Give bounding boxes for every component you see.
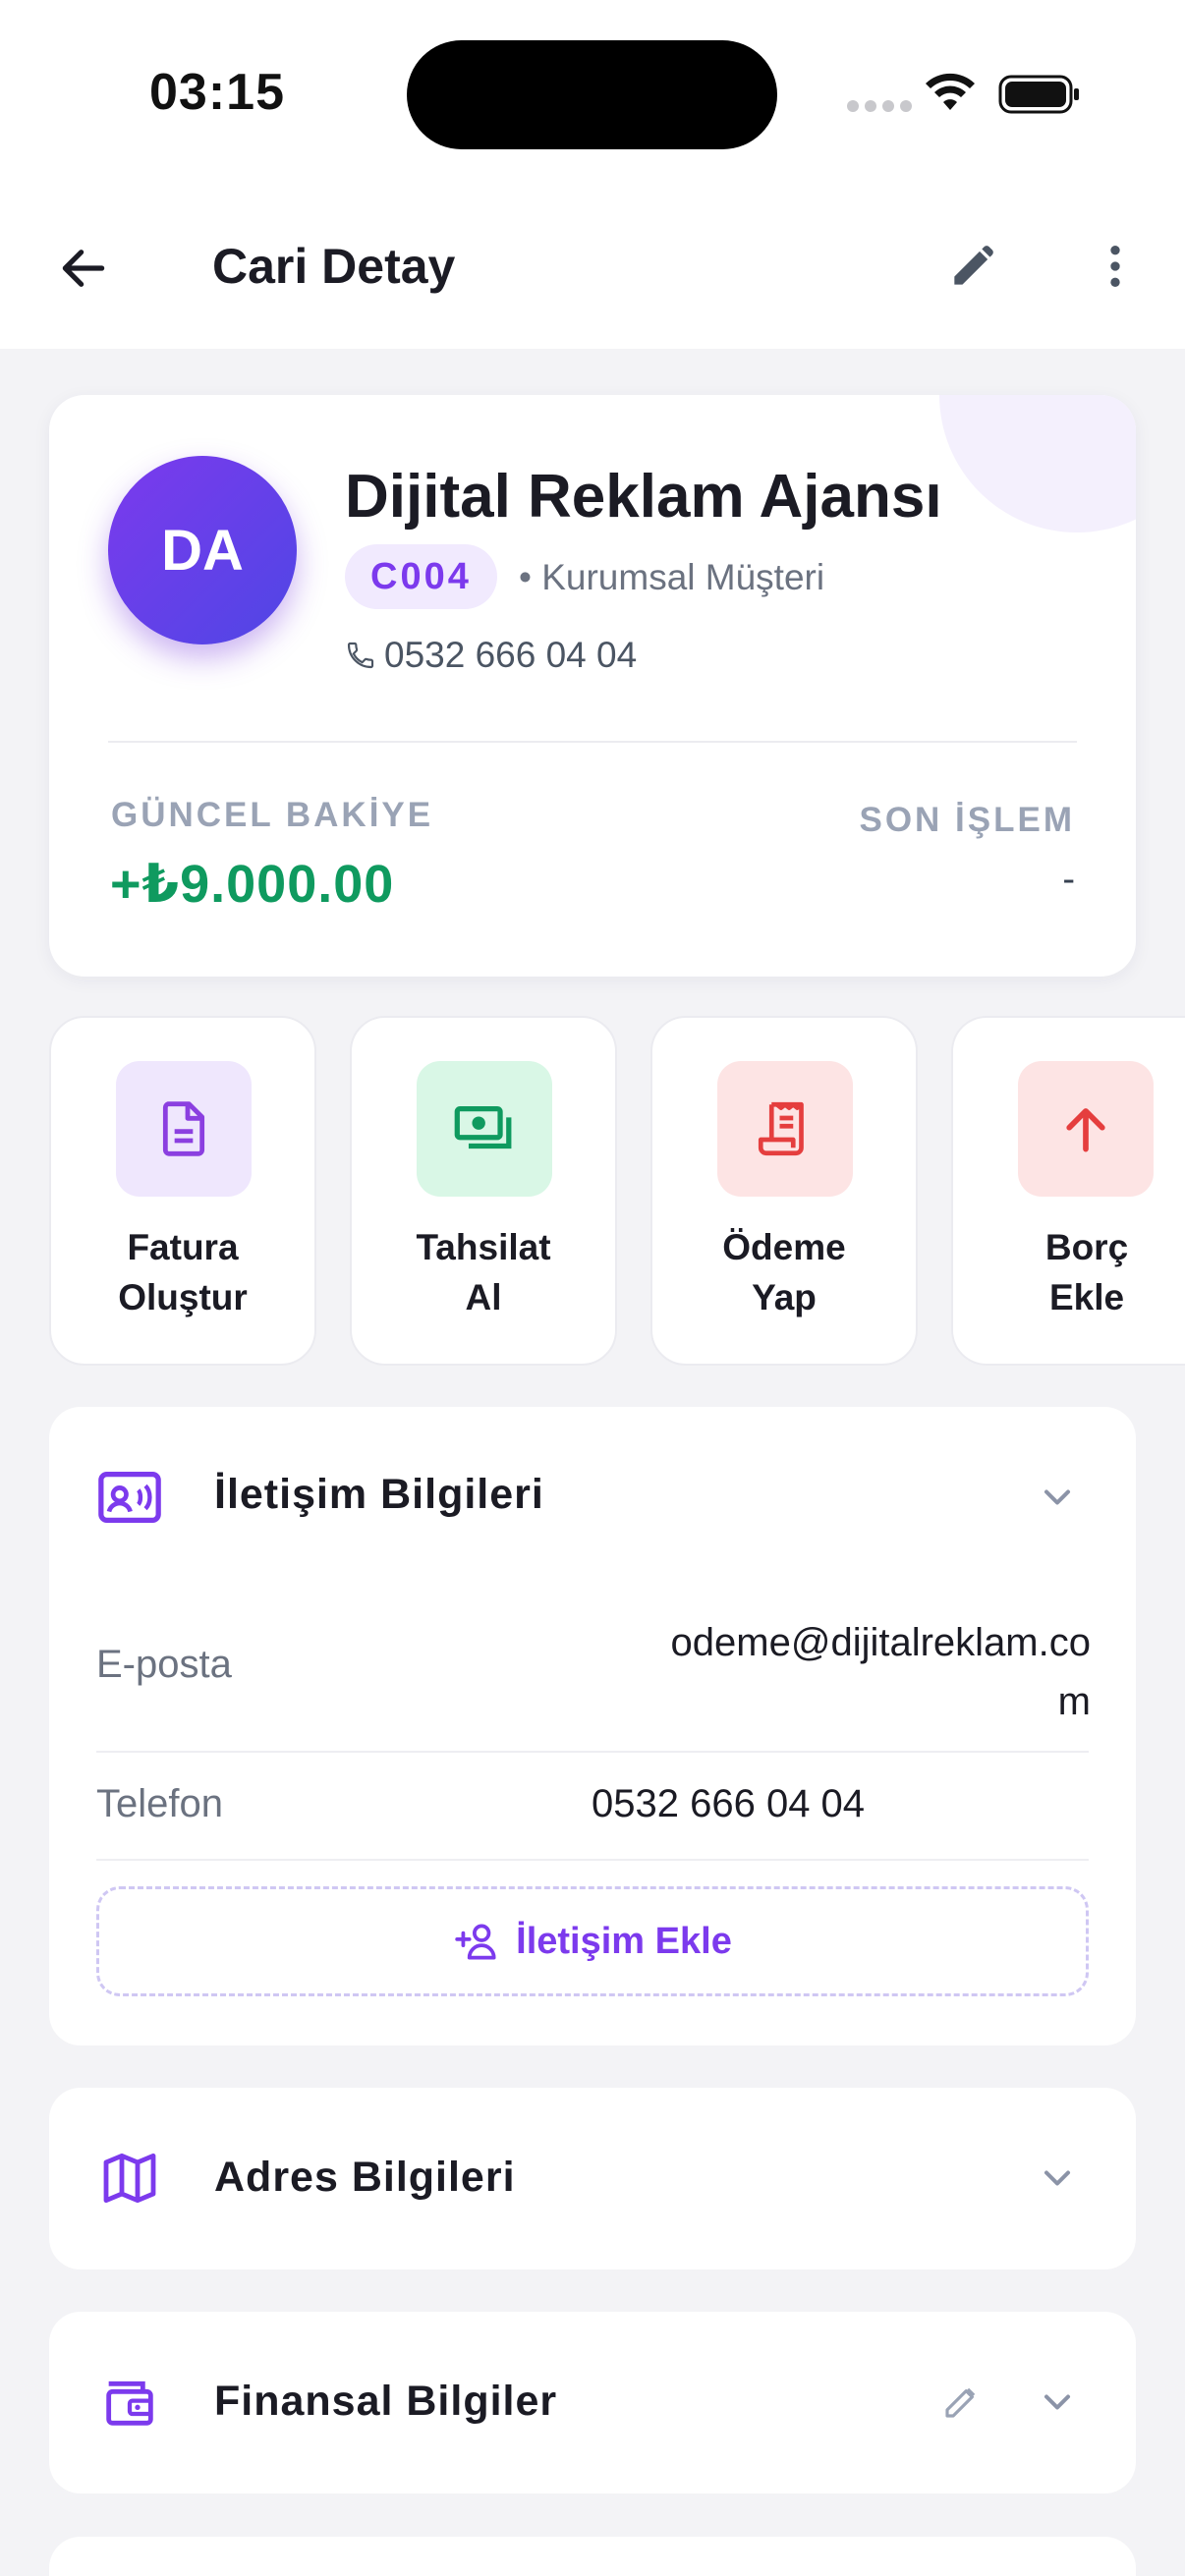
section-title: Finansal Bilgiler: [214, 2378, 558, 2425]
row-divider: [96, 1859, 1089, 1861]
section-title[interactable]: İletişim Bilgileri: [214, 1471, 544, 1519]
wallet-icon: [94, 2367, 165, 2437]
avatar: DA: [108, 456, 297, 644]
add-contact-label: İletişim Ekle: [516, 1920, 732, 1962]
last-transaction-value: -: [1062, 859, 1075, 900]
action-label: Ödeme Yap: [722, 1227, 846, 1317]
row-divider: [96, 1751, 1089, 1753]
add-user-icon: [455, 1924, 496, 1960]
phone-icon: [347, 642, 374, 669]
back-button[interactable]: [51, 236, 116, 301]
arrow-up-icon: [1018, 1061, 1154, 1197]
wifi-icon: [926, 73, 975, 110]
contact-info-section: İletişim Bilgileri E-posta odeme@dijital…: [49, 1407, 1136, 2045]
cellular-signal-icon: [847, 100, 912, 112]
company-name: Dijital Reklam Ajansı: [345, 463, 942, 531]
phone-number: 0532 666 04 04: [384, 635, 638, 675]
balance-value: +₺9.000.00: [110, 855, 395, 914]
dynamic-island: [407, 40, 777, 149]
email-label: E-posta: [96, 1643, 232, 1686]
edit-button[interactable]: [938, 232, 1007, 301]
account-summary-card: DA Dijital Reklam Ajansı C004 • Kurumsal…: [49, 395, 1136, 977]
next-section-card: [49, 2537, 1136, 2576]
phone-value[interactable]: 0532 666 04 04: [592, 1782, 865, 1826]
make-payment-button[interactable]: Ödeme Yap: [650, 1016, 918, 1366]
section-title: Adres Bilgileri: [214, 2154, 516, 2201]
phone-row[interactable]: 0532 666 04 04: [345, 635, 637, 676]
pencil-icon: [954, 246, 993, 285]
customer-type: • Kurumsal Müşteri: [519, 557, 825, 597]
balance-label: GÜNCEL BAKİYE: [111, 796, 434, 834]
decorative-circle: [939, 395, 1136, 532]
document-icon: [116, 1061, 252, 1197]
collect-payment-button[interactable]: Tahsilat Al: [350, 1016, 617, 1366]
cash-icon: [417, 1061, 552, 1197]
action-label: Tahsilat Al: [416, 1227, 551, 1317]
map-icon: [94, 2143, 165, 2213]
app-header: Cari Detay: [0, 196, 1185, 349]
account-code-badge: C004: [345, 544, 497, 609]
more-vertical-icon: [1110, 246, 1120, 287]
page-title: Cari Detay: [212, 239, 456, 294]
address-info-section[interactable]: Adres Bilgileri: [49, 2088, 1136, 2269]
add-contact-button[interactable]: İletişim Ekle: [96, 1886, 1089, 1996]
status-bar: 03:15: [0, 0, 1185, 196]
phone-label: Telefon: [96, 1782, 223, 1825]
status-time: 03:15: [149, 64, 285, 121]
add-debt-button[interactable]: Borç Ekle: [951, 1016, 1185, 1366]
contact-card-icon: [94, 1462, 165, 1533]
pencil-icon: [945, 2387, 976, 2418]
chevron-down-icon[interactable]: [1028, 1468, 1087, 1527]
email-value[interactable]: odeme@dijitalreklam.co m: [607, 1613, 1138, 1731]
arrow-left-icon: [62, 250, 105, 287]
action-label: Borç Ekle: [1044, 1227, 1129, 1317]
divider: [108, 741, 1077, 743]
last-transaction-label: SON İŞLEM: [859, 801, 1075, 839]
create-invoice-button[interactable]: Fatura Oluştur: [49, 1016, 316, 1366]
battery-icon: [998, 75, 1079, 114]
financial-info-section[interactable]: Finansal Bilgiler: [49, 2312, 1136, 2493]
chevron-down-icon[interactable]: [1028, 2373, 1087, 2432]
more-options-button[interactable]: [1081, 232, 1150, 301]
receipt-icon: [717, 1061, 853, 1197]
chevron-down-icon[interactable]: [1028, 2149, 1087, 2208]
action-label: Fatura Oluştur: [118, 1227, 248, 1317]
edit-finance-button[interactable]: [931, 2373, 990, 2432]
